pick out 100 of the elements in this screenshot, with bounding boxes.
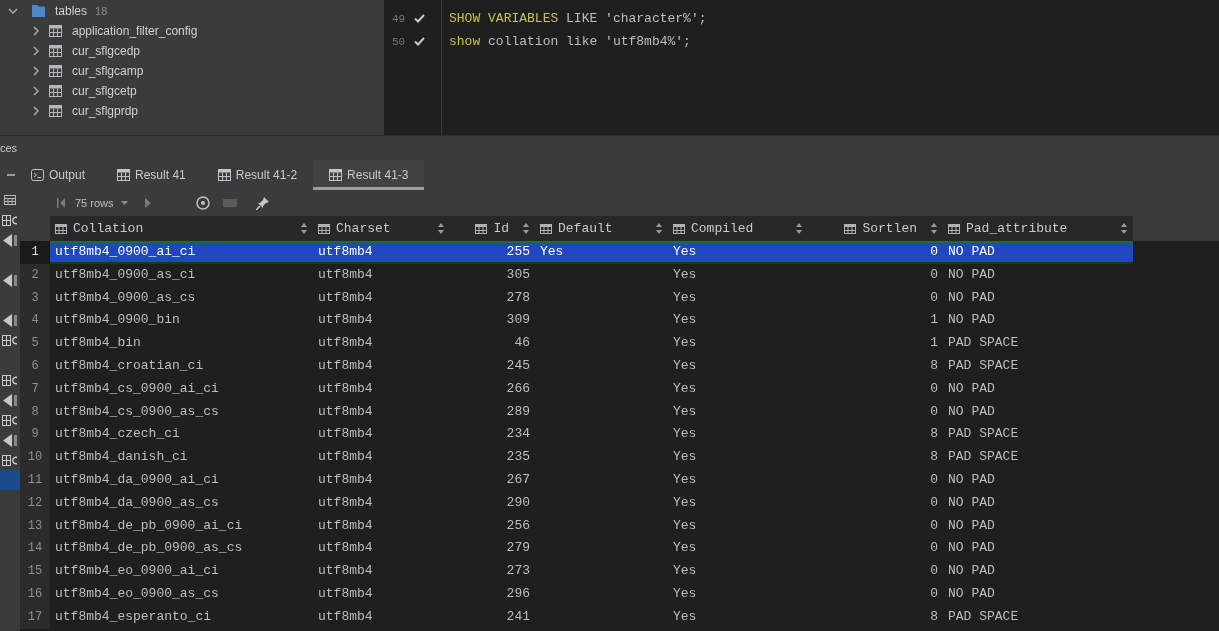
chevron-right-icon[interactable] bbox=[32, 66, 40, 76]
code-line: show collation like 'utf8mb4%'; bbox=[449, 34, 691, 49]
column-header[interactable]: Charset bbox=[313, 216, 450, 241]
table-cell-text: 245 bbox=[505, 357, 531, 375]
table-row[interactable]: utf8mb4_0900_ai_ci utf8mb4 255 Yes Yes 0 NO PAD bbox=[50, 241, 1133, 264]
sort-icon[interactable] bbox=[301, 223, 307, 234]
chevron-right-icon[interactable] bbox=[32, 86, 40, 96]
table-cell-text: Yes bbox=[672, 607, 698, 626]
table-cell-text: utf8mb4 bbox=[317, 493, 374, 512]
row-number: 16 bbox=[20, 582, 50, 606]
line-number: 50 bbox=[392, 35, 407, 48]
result-tab[interactable]: Result 41-3 bbox=[313, 160, 425, 190]
table-row[interactable]: utf8mb4_danish_ci utf8mb4 235 Yes 8 PAD SPACE bbox=[50, 446, 1133, 469]
table-row[interactable]: utf8mb4_0900_bin utf8mb4 309 Yes 1 NO PAD bbox=[50, 309, 1133, 333]
pin-icon[interactable] bbox=[255, 196, 269, 210]
table-row[interactable]: utf8mb4_czech_ci utf8mb4 234 Yes 8 PAD SPACE bbox=[50, 423, 1133, 447]
sort-icon[interactable] bbox=[656, 223, 662, 234]
tree-item-label[interactable]: cur_sflgprdp bbox=[72, 104, 139, 118]
chevron-right-icon[interactable] bbox=[32, 26, 40, 36]
table-row[interactable]: utf8mb4_cs_0900_ai_ci utf8mb4 266 Yes 0 NO PAD bbox=[50, 377, 1133, 401]
table-row[interactable]: utf8mb4_esperanto_ci utf8mb4 241 Yes 8 PAD SPACE bbox=[50, 605, 1133, 629]
table-cell-text: 241 bbox=[505, 607, 531, 626]
column-header[interactable]: Pad_attribute bbox=[943, 216, 1133, 241]
panel-title: ces bbox=[0, 142, 18, 154]
chevron-right-icon[interactable] bbox=[32, 46, 40, 56]
column-header[interactable]: Default bbox=[535, 216, 668, 241]
table-row[interactable]: utf8mb4_croatian_ci utf8mb4 245 Yes 8 PAD SPACE bbox=[50, 355, 1133, 378]
table-cell-text: Yes bbox=[672, 539, 698, 558]
row-number: 8 bbox=[20, 400, 50, 424]
row-number: 4 bbox=[20, 309, 50, 333]
table-icon bbox=[49, 65, 62, 77]
tree-item-label[interactable]: application_filter_config bbox=[72, 24, 198, 38]
table-cell-text: NO PAD bbox=[947, 311, 996, 330]
table-cell-text: 8 bbox=[929, 448, 939, 467]
table-cell-text: 0 bbox=[929, 265, 939, 284]
table-cell-text: 266 bbox=[505, 379, 531, 398]
table-row[interactable]: utf8mb4_cs_0900_as_cs utf8mb4 289 Yes 0 NO PAD bbox=[50, 400, 1133, 424]
table-cell-text: Yes bbox=[672, 584, 698, 603]
triangle-icon bbox=[3, 233, 17, 247]
table-cell-text: utf8mb4_esperanto_ci bbox=[54, 607, 213, 626]
column-header[interactable]: Sortlen bbox=[808, 216, 943, 241]
chevron-right-icon[interactable] bbox=[32, 106, 40, 116]
table-row[interactable]: utf8mb4_de_pb_0900_ai_ci utf8mb4 256 Yes 0 NO PAD bbox=[50, 514, 1133, 538]
line-number: 49 bbox=[392, 12, 407, 25]
column-header[interactable]: Id bbox=[450, 216, 535, 241]
grid-icon bbox=[2, 374, 18, 386]
table-row[interactable]: utf8mb4_da_0900_ai_ci utf8mb4 267 Yes 0 NO PAD bbox=[50, 468, 1133, 492]
grid-icon bbox=[2, 334, 18, 346]
table-cell-text: PAD SPACE bbox=[947, 334, 1020, 353]
chevron-down-icon[interactable] bbox=[8, 6, 18, 16]
table-cell-text: 296 bbox=[505, 584, 531, 603]
table-row[interactable]: utf8mb4_bin utf8mb4 46 Yes 1 PAD SPACE bbox=[50, 332, 1133, 355]
sort-icon[interactable] bbox=[931, 223, 937, 234]
table-cell-text: utf8mb4_danish_ci bbox=[54, 448, 189, 467]
table-cell-text: utf8mb4_czech_ci bbox=[54, 425, 181, 444]
table-cell-text: Yes bbox=[672, 379, 698, 398]
code-editor[interactable]: 49 50 SHOW VARIABLES LIKE 'character%'; show collation like 'utf8mb4%'; bbox=[384, 0, 1219, 135]
result-tab[interactable]: Result 41-2 bbox=[201, 160, 314, 190]
table-cell-text: NO PAD bbox=[947, 470, 996, 489]
sort-icon[interactable] bbox=[796, 223, 802, 234]
table-cell-text: 8 bbox=[929, 357, 939, 375]
table-cell-text: 0 bbox=[929, 562, 939, 581]
table-row[interactable]: utf8mb4_eo_0900_ai_ci utf8mb4 273 Yes 0 NO PAD bbox=[50, 560, 1133, 583]
folder-icon bbox=[32, 5, 45, 17]
sort-icon[interactable] bbox=[438, 223, 444, 234]
row-count-dropdown[interactable]: 75 rows bbox=[75, 197, 128, 209]
table-cell-text: 8 bbox=[929, 607, 939, 626]
table-row[interactable]: utf8mb4_eo_0900_as_cs utf8mb4 296 Yes 0 NO PAD bbox=[50, 582, 1133, 606]
table-cell-text: utf8mb4 bbox=[317, 448, 374, 467]
tree-item-label[interactable]: tables bbox=[55, 4, 88, 18]
table-cell-text: 278 bbox=[505, 288, 531, 307]
table-row[interactable]: utf8mb4_0900_as_cs utf8mb4 278 Yes 0 NO PAD bbox=[50, 286, 1133, 310]
table-cell-text: Yes bbox=[672, 470, 698, 489]
table-row[interactable]: utf8mb4_0900_as_ci utf8mb4 305 Yes 0 NO PAD bbox=[50, 263, 1133, 287]
table-icon bbox=[49, 25, 62, 37]
column-header[interactable]: Collation bbox=[50, 216, 313, 241]
target-icon[interactable] bbox=[195, 196, 210, 210]
column-header[interactable]: Compiled bbox=[668, 216, 808, 241]
table-row[interactable]: utf8mb4_de_pb_0900_as_cs utf8mb4 279 Yes 0 NO PAD bbox=[50, 537, 1133, 561]
tree-item-label[interactable]: cur_sflgcetp bbox=[72, 84, 137, 98]
sort-icon[interactable] bbox=[1121, 223, 1127, 234]
table-cell-text: NO PAD bbox=[947, 379, 996, 398]
table-cell-text: NO PAD bbox=[947, 516, 996, 535]
result-tab[interactable]: Output bbox=[15, 160, 102, 190]
table-icon bbox=[844, 223, 857, 234]
table-row[interactable]: utf8mb4_da_0900_as_cs utf8mb4 290 Yes 0 NO PAD bbox=[50, 491, 1133, 515]
table-cell-text: 0 bbox=[929, 402, 939, 421]
first-page-icon[interactable] bbox=[57, 198, 65, 208]
table-cell-text: 1 bbox=[929, 334, 939, 353]
table-cell-text: NO PAD bbox=[947, 243, 996, 261]
table-cell-text: 0 bbox=[929, 584, 939, 603]
tree-item-label[interactable]: cur_sflgcedp bbox=[72, 44, 141, 58]
sort-icon[interactable] bbox=[523, 223, 529, 234]
row-number: 11 bbox=[20, 468, 50, 492]
next-page-icon[interactable] bbox=[144, 198, 151, 208]
tree-item-label[interactable]: cur_sflgcamp bbox=[72, 64, 144, 78]
table-cell-text: PAD SPACE bbox=[947, 357, 1020, 375]
row-number: 17 bbox=[20, 605, 50, 629]
table-cell-text: 234 bbox=[505, 425, 531, 444]
result-tab[interactable]: Result 41 bbox=[101, 160, 202, 190]
